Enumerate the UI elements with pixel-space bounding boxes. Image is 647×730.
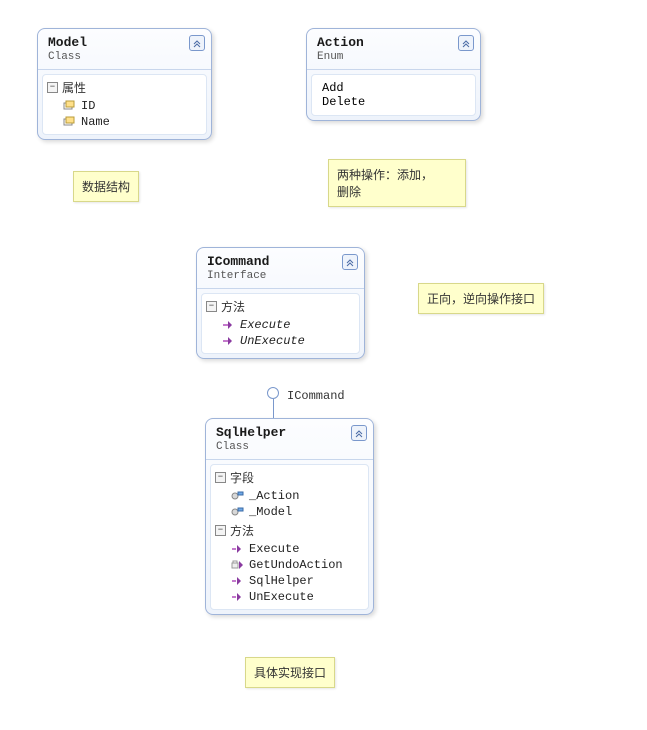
class-box-action: Action Enum Add Delete	[306, 28, 481, 121]
minus-icon[interactable]: −	[47, 82, 58, 93]
method-icon	[231, 575, 245, 587]
section-row[interactable]: − 方法	[202, 296, 359, 317]
class-box-model: Model Class − 属性 ID Name	[37, 28, 212, 140]
method-icon	[231, 591, 245, 603]
class-stereo: Class	[216, 441, 365, 453]
member-row: Name	[43, 114, 206, 130]
section-row[interactable]: − 方法	[211, 520, 368, 541]
note-text: 正向，逆向操作接口	[427, 293, 535, 307]
section-title: 方法	[230, 522, 254, 539]
section-row[interactable]: − 属性	[43, 77, 206, 98]
class-body: − 属性 ID Name	[42, 74, 207, 135]
member-row: Execute	[211, 541, 368, 557]
member-label: Execute	[249, 542, 299, 556]
member-label: UnExecute	[240, 334, 305, 348]
minus-icon[interactable]: −	[215, 525, 226, 536]
member-row: _Action	[211, 488, 368, 504]
class-title: Action	[317, 35, 472, 50]
class-header: Model Class	[38, 29, 211, 70]
class-header: Action Enum	[307, 29, 480, 70]
property-icon	[63, 116, 77, 128]
collapse-icon[interactable]	[342, 254, 358, 270]
class-box-sqlhelper: SqlHelper Class − 字段 _Action _Model − 方法	[205, 418, 374, 615]
class-stereo: Class	[48, 51, 203, 63]
class-body: − 字段 _Action _Model − 方法 Execute	[210, 464, 369, 610]
collapse-icon[interactable]	[458, 35, 474, 51]
class-stereo: Interface	[207, 270, 356, 282]
field-icon	[231, 506, 245, 518]
method-icon	[231, 543, 245, 555]
class-header: ICommand Interface	[197, 248, 364, 289]
member-label: ID	[81, 99, 95, 113]
interface-circle-icon	[267, 387, 279, 399]
member-label: Add	[322, 81, 465, 95]
member-label: UnExecute	[249, 590, 314, 604]
member-row: _Model	[211, 504, 368, 520]
minus-icon[interactable]: −	[206, 301, 217, 312]
note-text: 删除	[337, 183, 457, 200]
note-text: 数据结构	[82, 181, 130, 195]
member-row: UnExecute	[211, 589, 368, 605]
note: 数据结构	[73, 171, 139, 202]
member-label: _Model	[249, 505, 292, 519]
member-label: GetUndoAction	[249, 558, 343, 572]
class-stereo: Enum	[317, 51, 472, 63]
note-text: 两种操作：添加，	[337, 166, 457, 183]
section-title: 方法	[221, 298, 245, 315]
collapse-icon[interactable]	[351, 425, 367, 441]
member-label: Execute	[240, 318, 290, 332]
member-label: Name	[81, 115, 110, 129]
note: 具体实现接口	[245, 657, 335, 688]
member-row: Execute	[202, 317, 359, 333]
class-title: ICommand	[207, 254, 356, 269]
note: 正向，逆向操作接口	[418, 283, 544, 314]
minus-icon[interactable]: −	[215, 472, 226, 483]
class-body: Add Delete	[311, 74, 476, 116]
member-label: SqlHelper	[249, 574, 314, 588]
method-icon	[222, 335, 236, 347]
member-row: GetUndoAction	[211, 557, 368, 573]
member-label: _Action	[249, 489, 299, 503]
class-title: SqlHelper	[216, 425, 365, 440]
member-label: Delete	[322, 95, 465, 109]
interface-lollipop	[267, 387, 279, 419]
member-row: UnExecute	[202, 333, 359, 349]
class-box-icommand: ICommand Interface − 方法 Execute UnExecut…	[196, 247, 365, 359]
member-row: SqlHelper	[211, 573, 368, 589]
section-title: 字段	[230, 469, 254, 486]
connector-line	[273, 399, 274, 419]
field-icon	[231, 490, 245, 502]
member-row: ID	[43, 98, 206, 114]
interface-label: ICommand	[287, 389, 345, 403]
note: 两种操作：添加， 删除	[328, 159, 466, 207]
class-header: SqlHelper Class	[206, 419, 373, 460]
property-icon	[63, 100, 77, 112]
method-icon	[222, 319, 236, 331]
section-title: 属性	[62, 79, 86, 96]
class-body: − 方法 Execute UnExecute	[201, 293, 360, 354]
note-text: 具体实现接口	[254, 667, 326, 681]
collapse-icon[interactable]	[189, 35, 205, 51]
section-row[interactable]: − 字段	[211, 467, 368, 488]
method-private-icon	[231, 559, 245, 571]
class-title: Model	[48, 35, 203, 50]
